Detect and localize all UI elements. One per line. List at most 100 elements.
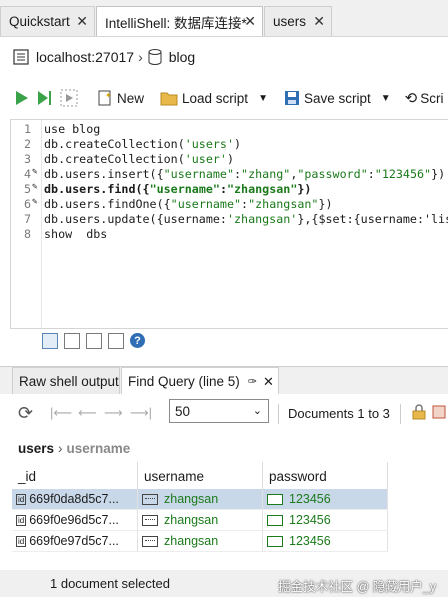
collection-breadcrumb: users › username bbox=[0, 434, 448, 462]
table-row[interactable]: id 669f0e96d5c7... zhangsan 123456 bbox=[0, 510, 448, 531]
editor-tools: ? bbox=[42, 333, 145, 349]
pin-icon[interactable]: ✑ bbox=[248, 375, 257, 388]
username-cell[interactable]: zhangsan bbox=[138, 510, 263, 531]
format-icon[interactable] bbox=[42, 333, 58, 349]
save-script-button[interactable]: Save script ▼ bbox=[284, 90, 391, 106]
first-page-icon[interactable]: |⟵ bbox=[50, 405, 72, 421]
refresh-icon[interactable]: ⟳ bbox=[18, 403, 33, 424]
password-cell[interactable]: 123456 bbox=[263, 489, 388, 510]
username-cell[interactable]: zhangsan bbox=[138, 531, 263, 552]
tab-find-query[interactable]: Find Query (line 5) ✑ ✕ bbox=[121, 367, 279, 395]
tab-intellishell[interactable]: IntelliShell: 数据库连接* ✕ bbox=[96, 6, 263, 36]
close-icon[interactable]: ✕ bbox=[76, 13, 88, 30]
string-type-icon bbox=[142, 493, 158, 505]
column-header-id[interactable]: _id bbox=[12, 462, 138, 490]
id-type-icon: id bbox=[16, 514, 27, 526]
code-line[interactable]: show dbs bbox=[44, 227, 107, 241]
close-icon[interactable]: ✕ bbox=[244, 13, 256, 30]
code-line[interactable]: db.users.insert({"username":"zhang","pas… bbox=[44, 167, 445, 181]
tab-label: Quickstart bbox=[9, 14, 70, 29]
toolbar-divider bbox=[400, 404, 401, 424]
export-icon[interactable] bbox=[432, 404, 448, 423]
line-number: 3 bbox=[23, 152, 31, 166]
edit-marker-icon: ✎ bbox=[32, 197, 38, 207]
run-line-icon[interactable] bbox=[36, 89, 54, 107]
script-label: Scri bbox=[420, 90, 444, 106]
dropdown-arrow-icon[interactable]: ▼ bbox=[258, 93, 268, 104]
code-line[interactable]: db.users.findOne({"username":"zhangsan"}… bbox=[44, 197, 333, 211]
run-icon[interactable] bbox=[14, 89, 30, 107]
load-script-label: Load script bbox=[182, 90, 249, 106]
table-row[interactable]: id 669f0da8d5c7... zhangsan 123456 bbox=[0, 489, 448, 510]
tab-label: IntelliShell: 数据库连接* bbox=[105, 15, 247, 31]
id-type-icon: id bbox=[16, 535, 27, 547]
result-tab-bar: Raw shell output Find Query (line 5) ✑ ✕ bbox=[0, 366, 448, 395]
chevron-right-icon: › bbox=[138, 49, 143, 65]
code-line[interactable]: db.createCollection('users') bbox=[44, 137, 241, 151]
lock-icon[interactable] bbox=[412, 404, 426, 423]
column-header-username[interactable]: username bbox=[138, 462, 263, 490]
dropdown-arrow-icon[interactable]: ▼ bbox=[381, 93, 391, 104]
password-cell[interactable]: 123456 bbox=[263, 510, 388, 531]
line-number: 6 bbox=[23, 197, 31, 211]
password-value: 123456 bbox=[289, 513, 331, 527]
load-script-button[interactable]: Load script ▼ bbox=[160, 90, 268, 106]
breadcrumb-collection[interactable]: users bbox=[18, 441, 54, 456]
document-icon[interactable] bbox=[64, 333, 80, 349]
line-number: 4 bbox=[23, 167, 31, 181]
username-cell[interactable]: zhangsan bbox=[138, 489, 263, 510]
column-header-label: password bbox=[269, 468, 327, 484]
shell-toolbar: ✦ New Load script ▼ Save script ▼ ⟲ Scri bbox=[0, 81, 448, 115]
line-number: 7 bbox=[23, 212, 31, 226]
chevron-down-icon: ⌄ bbox=[252, 405, 262, 417]
line-number: 1 bbox=[23, 122, 31, 136]
last-page-icon[interactable]: ⟶| bbox=[130, 405, 152, 421]
tab-quickstart[interactable]: Quickstart ✕ bbox=[0, 6, 95, 36]
result-toolbar: ⟳ |⟵ ⟵ ⟶ ⟶| 50 ⌄ Documents 1 to 3 bbox=[0, 394, 448, 434]
code-line[interactable]: db.users.update({username:'zhangsan'},{$… bbox=[44, 212, 448, 226]
new-label: New bbox=[117, 90, 145, 106]
tab-label: users bbox=[273, 14, 307, 29]
string-type-icon bbox=[267, 514, 283, 526]
code-line-current[interactable]: db.users.find({"username":"zhangsan"}) bbox=[44, 182, 311, 196]
new-button[interactable]: ✦ New bbox=[96, 89, 144, 107]
column-header-password[interactable]: password bbox=[263, 462, 388, 490]
status-text: 1 document selected bbox=[50, 576, 170, 591]
id-cell[interactable]: id 669f0e96d5c7... bbox=[12, 510, 138, 531]
help-icon[interactable]: ? bbox=[130, 333, 145, 348]
line-number: 2 bbox=[23, 137, 31, 151]
tab-label: Find Query (line 5) bbox=[128, 374, 240, 389]
code-line[interactable]: use blog bbox=[44, 122, 100, 136]
database-icon bbox=[148, 49, 162, 65]
next-page-icon[interactable]: ⟶ bbox=[104, 405, 123, 421]
documents-range: Documents 1 to 3 bbox=[288, 406, 390, 421]
script-button[interactable]: ⟲ Scri bbox=[405, 89, 444, 107]
tab-raw-shell-output[interactable]: Raw shell output bbox=[12, 367, 120, 395]
id-cell[interactable]: id 669f0e97d5c7... bbox=[12, 531, 138, 552]
code-editor[interactable]: 1 2 3 4 5 6 7 8 ✎ ✎ ✎ use blog db.create… bbox=[10, 119, 448, 329]
prev-page-icon[interactable]: ⟵ bbox=[78, 405, 97, 421]
breadcrumb-field[interactable]: username bbox=[67, 441, 131, 456]
save-script-label: Save script bbox=[303, 90, 371, 106]
close-icon[interactable]: ✕ bbox=[313, 13, 325, 30]
page-size-select[interactable]: 50 ⌄ bbox=[169, 399, 269, 423]
close-icon[interactable]: ✕ bbox=[263, 374, 274, 390]
table-row[interactable]: id 669f0e97d5c7... zhangsan 123456 bbox=[0, 531, 448, 552]
connection-host[interactable]: localhost:27017 bbox=[36, 49, 134, 65]
id-value: 669f0da8d5c7... bbox=[29, 492, 119, 506]
outdent-icon[interactable] bbox=[108, 333, 124, 349]
column-header-label: _id bbox=[18, 468, 37, 484]
tab-users[interactable]: users ✕ bbox=[264, 6, 332, 36]
password-value: 123456 bbox=[289, 492, 331, 506]
password-cell[interactable]: 123456 bbox=[263, 531, 388, 552]
run-selection-icon[interactable] bbox=[60, 89, 78, 107]
connection-breadcrumb: localhost:27017 › blog bbox=[0, 37, 448, 77]
indent-icon[interactable] bbox=[86, 333, 102, 349]
code-line[interactable]: db.createCollection('user') bbox=[44, 152, 234, 166]
database-name[interactable]: blog bbox=[169, 49, 195, 65]
tab-label: Raw shell output bbox=[19, 374, 119, 389]
folder-icon bbox=[160, 92, 178, 106]
id-cell[interactable]: id 669f0da8d5c7... bbox=[12, 489, 138, 510]
save-icon bbox=[284, 91, 299, 105]
id-value: 669f0e96d5c7... bbox=[29, 513, 119, 527]
